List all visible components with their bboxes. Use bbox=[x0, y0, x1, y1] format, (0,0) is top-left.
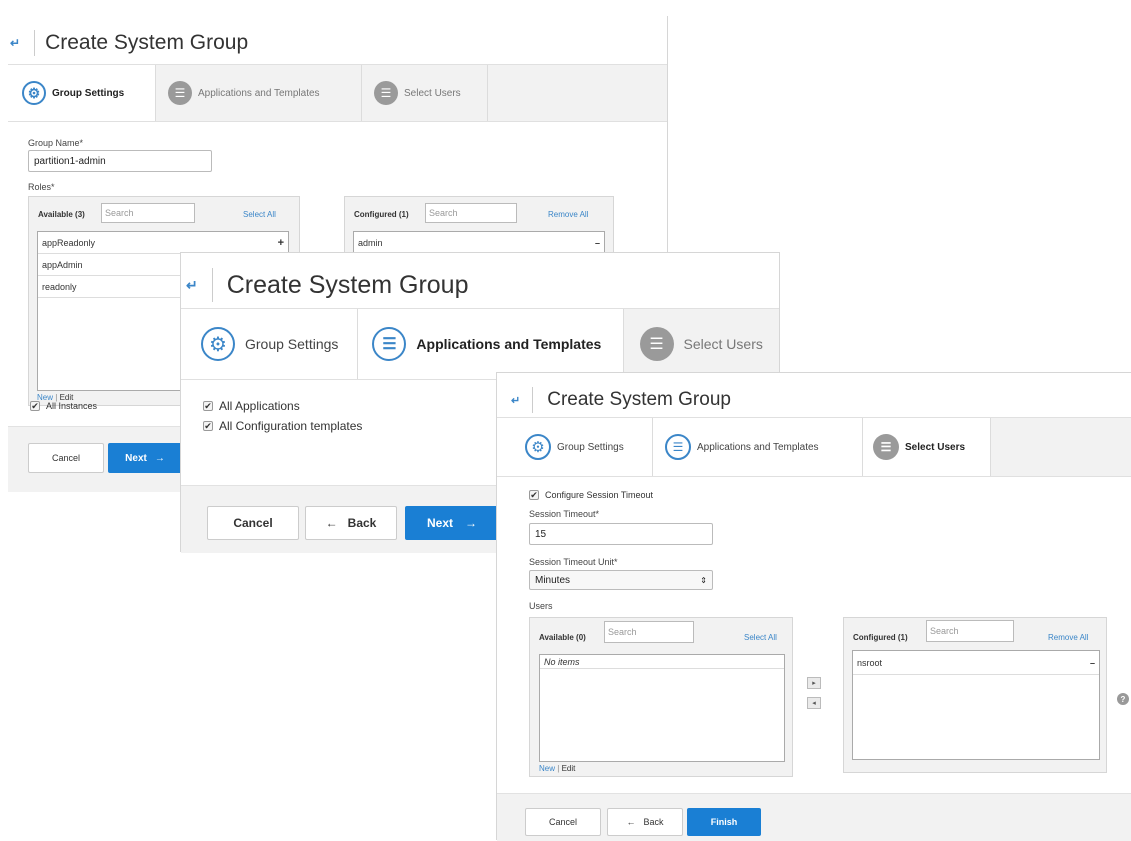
arrow-left-icon: ← bbox=[325, 516, 338, 530]
remove-all-link[interactable]: Remove All bbox=[548, 210, 588, 219]
tab-applications-templates[interactable]: ☰ Applications and Templates bbox=[653, 418, 863, 476]
arrow-right-icon: → bbox=[154, 452, 165, 464]
page-title: Create System Group bbox=[226, 270, 469, 299]
page-title: Create System Group bbox=[45, 31, 249, 54]
configure-session-timeout-label: Configure Session Timeout bbox=[545, 490, 654, 500]
panel3-footer: Cancel ← Back Finish bbox=[497, 793, 1131, 841]
arrow-left-icon: ← bbox=[626, 817, 636, 827]
list-item[interactable]: appReadonly + bbox=[38, 232, 288, 254]
all-instances-checkbox[interactable]: ✔ bbox=[30, 401, 40, 411]
configure-session-timeout-checkbox[interactable]: ✔ bbox=[529, 490, 539, 500]
new-link[interactable]: New bbox=[539, 764, 555, 773]
edit-link[interactable]: Edit bbox=[562, 764, 576, 773]
finish-button[interactable]: Finish bbox=[687, 808, 761, 836]
roles-label: Roles* bbox=[28, 182, 55, 192]
available-header: Available (0) bbox=[539, 633, 586, 642]
cancel-button[interactable]: Cancel bbox=[207, 506, 299, 540]
all-applications-label: All Applications bbox=[219, 399, 300, 413]
tab-group-settings[interactable]: ⚙ Group Settings bbox=[181, 309, 359, 379]
all-applications-checkbox[interactable]: ✔ bbox=[203, 401, 213, 411]
all-config-templates-label: All Configuration templates bbox=[219, 419, 363, 433]
cancel-button[interactable]: Cancel bbox=[525, 808, 601, 836]
wizard-tabs: ⚙ Group Settings ☰ Applications and Temp… bbox=[497, 417, 1131, 477]
back-button[interactable]: ← Back bbox=[607, 808, 683, 836]
back-arrow-icon[interactable]: ↵ bbox=[186, 277, 198, 294]
users-available-box: Available (0) Search Select All No items… bbox=[529, 617, 793, 777]
tab-applications-templates[interactable]: ☰ Applications and Templates bbox=[358, 309, 624, 379]
tab-applications-templates[interactable]: ☰ Applications and Templates bbox=[156, 65, 362, 121]
group-name-input[interactable]: partition1-admin bbox=[28, 150, 212, 172]
all-instances-label: All Instances bbox=[46, 401, 98, 411]
stack-icon: ☰ bbox=[372, 327, 407, 361]
remove-icon[interactable]: – bbox=[1090, 658, 1095, 668]
configured-header: Configured (1) bbox=[853, 633, 908, 642]
select-arrows-icon: ⇕ bbox=[700, 575, 707, 585]
arrow-right-icon: → bbox=[465, 516, 477, 530]
back-button[interactable]: ← Back bbox=[305, 506, 397, 540]
remove-icon[interactable]: – bbox=[595, 238, 600, 248]
available-search-input[interactable]: Search bbox=[101, 203, 195, 223]
remove-all-link[interactable]: Remove All bbox=[1048, 633, 1088, 642]
create-group-panel-users: ↵ Create System Group ⚙ Group Settings ☰… bbox=[496, 372, 1131, 841]
help-icon[interactable]: ? bbox=[1117, 693, 1129, 705]
session-timeout-unit-select[interactable]: Minutes ⇕ bbox=[529, 570, 713, 590]
stack-icon: ☰ bbox=[639, 327, 674, 361]
tab-select-users[interactable]: ☰ Select Users bbox=[863, 418, 991, 476]
tab-select-users[interactable]: ☰ Select Users bbox=[362, 65, 488, 121]
all-config-templates-checkbox[interactable]: ✔ bbox=[203, 421, 213, 431]
back-arrow-icon[interactable]: ↵ bbox=[10, 36, 20, 50]
users-configured-box: Configured (1) Search Remove All nsroot – bbox=[843, 617, 1107, 773]
gear-icon: ⚙ bbox=[22, 81, 46, 105]
page-title: Create System Group bbox=[547, 389, 731, 410]
session-timeout-input[interactable]: 15 bbox=[529, 523, 713, 545]
group-name-label: Group Name* bbox=[28, 138, 84, 148]
select-all-link[interactable]: Select All bbox=[243, 210, 276, 219]
stack-icon: ☰ bbox=[168, 81, 192, 105]
list-item[interactable]: admin – bbox=[354, 232, 604, 254]
list-item[interactable]: nsroot – bbox=[853, 651, 1099, 675]
configured-search-input[interactable]: Search bbox=[926, 620, 1014, 642]
available-users-list: No items bbox=[539, 654, 785, 762]
next-button[interactable]: Next → bbox=[108, 443, 182, 473]
back-arrow-icon[interactable]: ↵ bbox=[511, 394, 520, 407]
session-timeout-unit-label: Session Timeout Unit* bbox=[529, 557, 618, 567]
stack-icon: ☰ bbox=[374, 81, 398, 105]
cancel-button[interactable]: Cancel bbox=[28, 443, 104, 473]
stack-icon: ☰ bbox=[873, 434, 899, 460]
list-item: No items bbox=[540, 655, 784, 669]
tab-group-settings[interactable]: ⚙ Group Settings bbox=[497, 418, 653, 476]
users-label: Users bbox=[529, 601, 553, 611]
gear-icon: ⚙ bbox=[525, 434, 551, 460]
available-header: Available (3) bbox=[38, 210, 85, 219]
tab-select-users[interactable]: ☰ Select Users bbox=[624, 309, 779, 379]
available-search-input[interactable]: Search bbox=[604, 621, 694, 643]
move-left-button[interactable]: ◂ bbox=[807, 697, 821, 709]
move-right-button[interactable]: ▸ bbox=[807, 677, 821, 689]
session-timeout-label: Session Timeout* bbox=[529, 509, 600, 519]
add-icon[interactable]: + bbox=[278, 237, 284, 249]
configured-users-list: nsroot – bbox=[852, 650, 1100, 760]
tab-group-settings[interactable]: ⚙ Group Settings bbox=[8, 65, 156, 121]
wizard-tabs: ⚙ Group Settings ☰ Applications and Temp… bbox=[8, 64, 667, 122]
next-button[interactable]: Next → bbox=[405, 506, 499, 540]
configured-header: Configured (1) bbox=[354, 210, 409, 219]
stack-icon: ☰ bbox=[665, 434, 691, 460]
select-all-link[interactable]: Select All bbox=[744, 633, 777, 642]
wizard-tabs: ⚙ Group Settings ☰ Applications and Temp… bbox=[181, 308, 779, 380]
gear-icon: ⚙ bbox=[201, 327, 235, 361]
configured-search-input[interactable]: Search bbox=[425, 203, 517, 223]
